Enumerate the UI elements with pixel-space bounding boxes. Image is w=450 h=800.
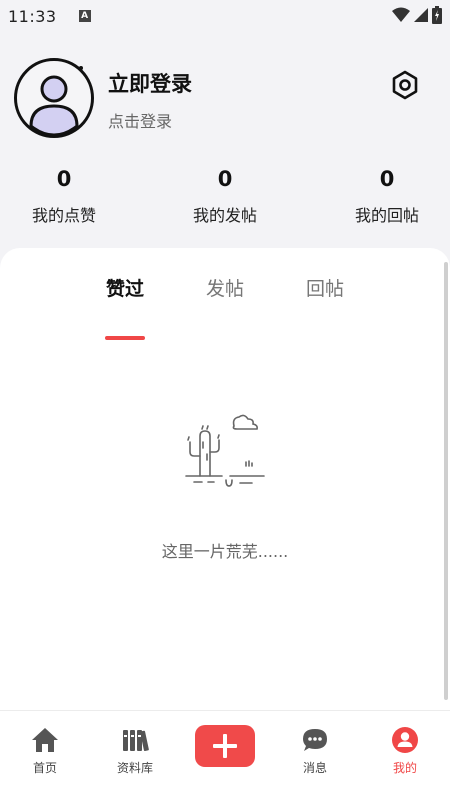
avatar[interactable]: [14, 58, 94, 138]
tab-liked[interactable]: 赞过: [95, 274, 155, 301]
nav-label: 资料库: [116, 761, 153, 775]
user-icon: [392, 727, 418, 753]
bottom-nav: 首页 资料库 消息 我的: [0, 710, 450, 800]
plus-icon: [213, 734, 237, 758]
settings-icon[interactable]: [390, 70, 420, 100]
stat-label: 我的发帖: [192, 206, 257, 225]
stat-posts[interactable]: 0 我的发帖: [155, 164, 295, 226]
stat-value: 0: [217, 167, 233, 191]
nav-home[interactable]: 首页: [10, 725, 80, 776]
status-time: 11:33: [8, 6, 57, 26]
notification-a-icon: A: [78, 10, 91, 22]
nav-messages[interactable]: 消息: [280, 725, 350, 776]
status-bar: 11:33 A: [0, 0, 450, 32]
signal-icon: [414, 8, 428, 22]
status-icons: [392, 6, 442, 24]
stats-row: 0 我的点赞 0 我的发帖 0 我的回帖: [0, 164, 450, 228]
stat-value: 0: [56, 167, 72, 191]
stat-value: 0: [379, 167, 395, 191]
nav-library[interactable]: 资料库: [100, 725, 170, 776]
empty-cactus-icon: [185, 414, 265, 487]
login-title[interactable]: 立即登录: [108, 68, 192, 98]
library-icon: [123, 730, 149, 752]
wifi-icon: [392, 7, 410, 22]
empty-state-text: 这里一片荒芜......: [161, 542, 289, 561]
chat-icon: [303, 729, 327, 751]
active-tab-indicator: [105, 336, 145, 340]
add-post-button[interactable]: [195, 725, 255, 767]
stat-label: 我的回帖: [354, 206, 419, 225]
stat-likes[interactable]: 0 我的点赞: [0, 164, 134, 226]
stat-label: 我的点赞: [31, 206, 96, 225]
content-card: 赞过 发帖 回帖 这里一片荒芜......: [0, 248, 450, 710]
nav-label: 我的: [392, 761, 417, 775]
nav-label: 首页: [32, 761, 57, 775]
login-subtitle[interactable]: 点击登录: [108, 108, 172, 132]
nav-mine[interactable]: 我的: [370, 725, 440, 776]
scrollbar[interactable]: [444, 262, 448, 700]
tab-bar: 赞过 发帖 回帖: [0, 274, 450, 340]
nav-label: 消息: [302, 761, 327, 775]
stat-replies[interactable]: 0 我的回帖: [317, 164, 450, 226]
home-icon: [32, 728, 58, 752]
battery-icon: [432, 6, 442, 24]
tab-replies[interactable]: 回帖: [295, 274, 355, 301]
tab-posts[interactable]: 发帖: [195, 274, 255, 301]
profile-header[interactable]: 立即登录 点击登录: [14, 58, 434, 140]
